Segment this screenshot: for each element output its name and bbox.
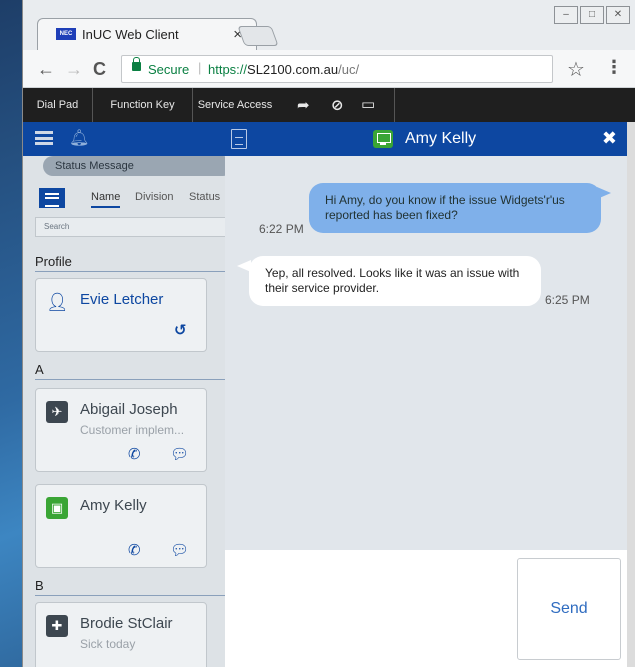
contact-status: Sick today (80, 637, 136, 651)
chat-panel: Amy Kelly ✖ Hi Amy, do you know if the i… (225, 122, 627, 667)
send-button[interactable]: Send (517, 558, 621, 660)
message-time: 6:22 PM (259, 222, 304, 236)
address-bar[interactable]: Secure | https://SL2100.com.au/uc/ (121, 55, 553, 83)
url-scheme: https:// (208, 62, 248, 77)
chat-icon[interactable]: 💬︎ (170, 541, 189, 559)
service-access-button[interactable]: Service Access (193, 88, 277, 122)
contact-card[interactable]: ✚ Brodie StClair Sick today (35, 602, 207, 667)
bookmark-star-icon[interactable]: ☆ (567, 57, 585, 82)
section-letter-b: B (35, 578, 225, 596)
profile-card[interactable]: 👤︎ Evie Letcher ↺ (35, 278, 207, 352)
phone-icon[interactable]: ✆ (128, 541, 141, 559)
browser-window: NEC InUC Web Client × – □ ✕ ← → C Secure… (22, 0, 635, 667)
new-tab-button[interactable] (237, 26, 279, 46)
incoming-message: Yep, all resolved. Looks like it was an … (237, 256, 541, 306)
url-path: /uc/ (338, 62, 360, 77)
medical-icon: ✚ (46, 615, 68, 637)
bell-icon[interactable]: 🔔︎ (69, 128, 89, 148)
sort-tabs: Name Division Status (35, 188, 225, 212)
url-host: SL2100.com.au (247, 62, 339, 77)
monitor-icon: ▣ (46, 497, 68, 519)
app-menu-bar: Dial Pad Function Key Service Access ➦ ⊘… (23, 88, 635, 122)
nec-favicon-icon: NEC (56, 28, 76, 40)
document-icon[interactable] (231, 129, 247, 149)
function-key-button[interactable]: Function Key (93, 88, 193, 122)
maximize-button[interactable]: □ (580, 6, 604, 24)
browser-menu-icon[interactable]: ⋮ (605, 57, 623, 78)
contact-name: Amy Kelly (80, 497, 147, 514)
chat-header: Amy Kelly ✖ (225, 122, 627, 156)
window-border (627, 122, 635, 667)
close-window-button[interactable]: ✕ (606, 6, 630, 24)
message-time: 6:25 PM (545, 293, 590, 307)
profile-heading: Profile (35, 254, 225, 272)
message-list: Hi Amy, do you know if the issue Widgets… (225, 156, 627, 550)
secure-label: Secure (148, 62, 190, 77)
contact-name: Abigail Joseph (80, 401, 178, 418)
status-message-field[interactable]: Status Message (43, 156, 225, 176)
profile-name: Evie Letcher (80, 291, 164, 308)
window-controls: – □ ✕ (552, 6, 630, 24)
contact-card[interactable]: ✈ Abigail Joseph Customer implem... ✆ 💬︎ (35, 388, 207, 472)
url-separator: | (198, 60, 202, 75)
chat-icon[interactable]: 💬︎ (170, 445, 189, 463)
tab-division[interactable]: Division (135, 191, 174, 203)
minimize-button[interactable]: – (554, 6, 578, 24)
forward-button[interactable]: → (65, 59, 83, 80)
search-input[interactable]: Search (35, 217, 225, 237)
reload-button[interactable]: C (93, 59, 106, 80)
message-input[interactable]: Send (225, 550, 627, 667)
user-icon: 👤︎ (46, 292, 69, 312)
browser-tab-bar: NEC InUC Web Client × – □ ✕ (23, 0, 635, 50)
forward-arrow-icon[interactable]: ➦ (297, 96, 310, 114)
laptop-icon[interactable]: ▭ (361, 88, 395, 122)
browser-toolbar: ← → C Secure | https://SL2100.com.au/uc/… (23, 50, 635, 88)
hamburger-menu-icon[interactable] (35, 131, 53, 145)
section-letter-a: A (35, 362, 225, 380)
contacts-panel: 🔔︎ Status Message Name Division Status S… (23, 122, 225, 667)
tab-name[interactable]: Name (91, 191, 121, 208)
tab-status[interactable]: Status (189, 191, 220, 203)
airplane-icon: ✈ (46, 401, 68, 423)
chat-contact-name: Amy Kelly (405, 130, 477, 147)
back-button[interactable]: ← (37, 59, 55, 80)
contact-status: Customer implem... (80, 423, 185, 437)
browser-tab[interactable]: NEC InUC Web Client × (37, 18, 257, 50)
history-icon[interactable]: ↺ (174, 321, 187, 339)
dial-pad-button[interactable]: Dial Pad (23, 88, 93, 122)
url-text: https://SL2100.com.au/uc/ (208, 62, 359, 77)
contacts-header: 🔔︎ (23, 122, 225, 156)
list-view-icon[interactable] (39, 188, 65, 208)
outgoing-message: Hi Amy, do you know if the issue Widgets… (309, 183, 611, 233)
monitor-icon (373, 130, 393, 148)
contact-card[interactable]: ▣ Amy Kelly ✆ 💬︎ (35, 484, 207, 568)
contact-name: Brodie StClair (80, 615, 173, 632)
block-icon[interactable]: ⊘ (331, 96, 344, 114)
close-chat-icon[interactable]: ✖ (602, 128, 617, 149)
lock-icon (132, 57, 141, 71)
call-forward-icon[interactable]: ✆ (128, 445, 141, 463)
tab-title: InUC Web Client (82, 27, 179, 42)
